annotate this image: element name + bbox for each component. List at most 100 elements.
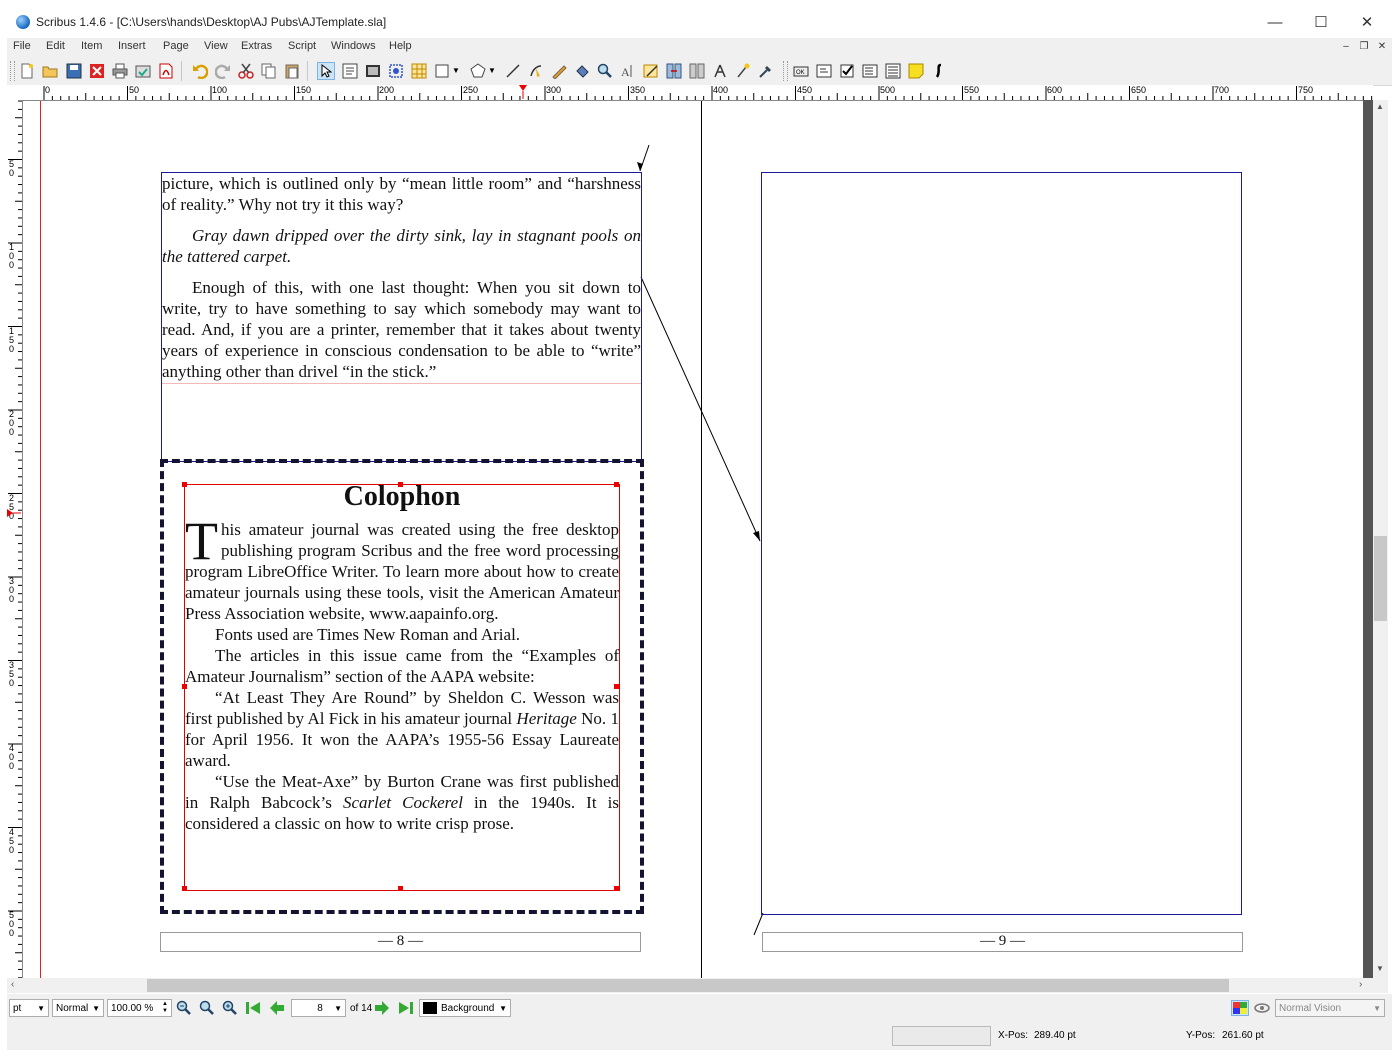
copy-properties-icon[interactable]: [734, 62, 752, 80]
pdf-checkbox-icon[interactable]: [838, 62, 856, 80]
mdi-restore-icon[interactable]: ❐: [1357, 40, 1371, 53]
ruler-label: 450: [797, 85, 813, 95]
zoom-in-icon[interactable]: [221, 1000, 239, 1016]
close-icon[interactable]: ✕: [1344, 7, 1390, 37]
color-management-icon[interactable]: [1231, 1000, 1249, 1016]
next-page-icon[interactable]: [373, 1000, 391, 1016]
preflight-icon[interactable]: [134, 62, 152, 80]
freehand-icon[interactable]: [550, 62, 568, 80]
polygon-icon[interactable]: [469, 62, 487, 80]
measure-icon[interactable]: [711, 62, 729, 80]
selection-handle[interactable]: [182, 886, 187, 891]
menu-view[interactable]: View: [204, 40, 228, 52]
page-number-frame-right[interactable]: — 9 —: [762, 932, 1243, 952]
selection-handle[interactable]: [614, 886, 619, 891]
scroll-right-icon[interactable]: ›: [1359, 979, 1362, 990]
pdf-annotation-icon[interactable]: [907, 62, 925, 80]
svg-text:OK: OK: [796, 70, 805, 76]
menu-file[interactable]: File: [13, 40, 31, 52]
pdf-listbox-icon[interactable]: [884, 62, 902, 80]
baseline-guide: [162, 383, 641, 384]
menu-item[interactable]: Item: [81, 40, 102, 52]
render-frame-icon[interactable]: [387, 62, 405, 80]
toolbar-grip[interactable]: [783, 61, 788, 81]
toolbar-grip[interactable]: [10, 61, 15, 81]
vertical-scroll-thumb[interactable]: [1374, 536, 1387, 621]
minimize-icon[interactable]: —: [1252, 7, 1298, 37]
save-icon[interactable]: [65, 62, 83, 80]
zoom-100-icon[interactable]: [198, 1000, 216, 1016]
story-editor-icon[interactable]: [642, 62, 660, 80]
mdi-minimize-icon[interactable]: –: [1339, 40, 1353, 53]
image-quality-select[interactable]: Normal ▼: [52, 999, 104, 1017]
paste-icon[interactable]: [283, 62, 301, 80]
empty-text-frame-right[interactable]: [761, 172, 1242, 915]
edit-text-icon[interactable]: A: [619, 62, 637, 80]
colophon-text-frame[interactable]: Colophon This amateur journal was create…: [182, 481, 620, 891]
link-frames-icon[interactable]: [665, 62, 683, 80]
image-frame-icon[interactable]: [364, 62, 382, 80]
page-select[interactable]: 8 ▼: [291, 999, 346, 1017]
undo-icon[interactable]: [191, 62, 209, 80]
zoom-out-icon[interactable]: [175, 1000, 193, 1016]
unit-select[interactable]: pt ▼: [9, 999, 49, 1017]
zoom-icon[interactable]: [596, 62, 614, 80]
previous-page-icon[interactable]: [268, 1000, 286, 1016]
last-page-icon[interactable]: [397, 1000, 415, 1016]
maximize-icon[interactable]: ☐: [1298, 7, 1344, 37]
vertical-ruler[interactable]: 50 100 150 200 250 300 350 400 450 500: [7, 100, 23, 978]
scroll-down-icon[interactable]: ▼: [1376, 964, 1384, 973]
copy-icon[interactable]: [260, 62, 278, 80]
menu-extras[interactable]: Extras: [241, 40, 272, 52]
unlink-frames-icon[interactable]: [688, 62, 706, 80]
cut-icon[interactable]: [237, 62, 255, 80]
new-icon[interactable]: [18, 62, 36, 80]
rotate-icon[interactable]: [573, 62, 591, 80]
menu-bar: File Edit Item Insert Page View Extras S…: [7, 38, 1392, 57]
pdf-icon[interactable]: [157, 62, 175, 80]
text-frame-icon[interactable]: [341, 62, 359, 80]
shape-icon[interactable]: [433, 62, 451, 80]
open-icon[interactable]: [41, 62, 59, 80]
view-mode-value: Normal Vision: [1279, 1002, 1342, 1014]
vertical-scrollbar[interactable]: ▲ ▼: [1373, 100, 1388, 978]
horizontal-scroll-thumb[interactable]: [147, 979, 1229, 992]
select-icon[interactable]: [317, 62, 335, 80]
scroll-up-icon[interactable]: ▲: [1376, 102, 1384, 111]
close-doc-icon[interactable]: [88, 62, 106, 80]
horizontal-ruler[interactable]: 0 50 100 150 200 250 300 350 400 450 500…: [7, 85, 1373, 101]
pdf-button-icon[interactable]: OK: [792, 62, 810, 80]
line-icon[interactable]: [504, 62, 522, 80]
table-icon[interactable]: [410, 62, 428, 80]
menu-insert[interactable]: Insert: [118, 40, 146, 52]
polygon-dropdown-icon[interactable]: ▼: [487, 62, 497, 80]
scroll-left-icon[interactable]: ‹: [11, 979, 14, 990]
ruler-label: 250: [463, 85, 479, 95]
menu-page[interactable]: Page: [163, 40, 189, 52]
pdf-textfield-icon[interactable]: [815, 62, 833, 80]
menu-edit[interactable]: Edit: [46, 40, 65, 52]
shape-dropdown-icon[interactable]: ▼: [451, 62, 461, 80]
first-page-icon[interactable]: [244, 1000, 262, 1016]
redo-icon[interactable]: [214, 62, 232, 80]
menu-script[interactable]: Script: [288, 40, 316, 52]
bezier-icon[interactable]: [527, 62, 545, 80]
mdi-close-icon[interactable]: ✕: [1375, 40, 1389, 53]
preview-mode-icon[interactable]: [1253, 1000, 1271, 1016]
menu-help[interactable]: Help: [389, 40, 412, 52]
story-text-frame[interactable]: picture, which is outlined only by “mean…: [161, 172, 642, 462]
view-mode-select[interactable]: Normal Vision ▼: [1275, 999, 1385, 1017]
pdf-combobox-icon[interactable]: [861, 62, 879, 80]
document-canvas[interactable]: picture, which is outlined only by “mean…: [23, 101, 1363, 978]
menu-windows[interactable]: Windows: [331, 40, 376, 52]
print-icon[interactable]: [111, 62, 129, 80]
layer-select[interactable]: Background ▼: [419, 999, 511, 1017]
selection-handle[interactable]: [398, 886, 403, 891]
ruler-label: 50: [9, 159, 15, 178]
horizontal-scrollbar[interactable]: ‹ ›: [7, 978, 1388, 993]
zoom-input[interactable]: 100.00 % ▲ ▼: [107, 999, 172, 1017]
pdf-link-icon[interactable]: [930, 62, 948, 80]
title-bar: Scribus 1.4.6 - [C:\Users\hands\Desktop\…: [7, 7, 1392, 39]
eyedropper-icon[interactable]: [757, 62, 775, 80]
page-number-frame-left[interactable]: — 8 —: [160, 932, 641, 952]
